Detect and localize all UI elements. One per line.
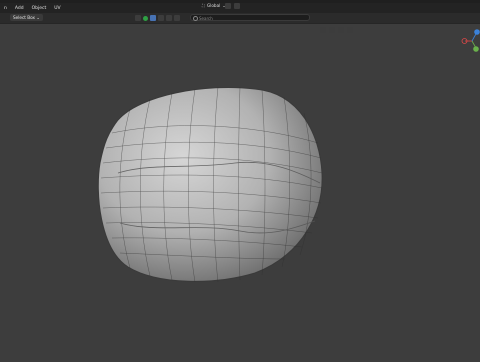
filter-icon[interactable]	[135, 15, 141, 21]
scale-icon[interactable]	[174, 15, 180, 21]
axis-z-icon	[474, 29, 480, 35]
search-placeholder: Search	[199, 16, 213, 21]
mesh-render	[97, 86, 323, 283]
search-input[interactable]: Search	[190, 14, 310, 21]
toolbar-icons	[135, 14, 180, 22]
select-icon[interactable]	[150, 15, 156, 21]
menu-object[interactable]: Object	[28, 6, 51, 11]
3d-viewport[interactable]	[0, 23, 480, 360]
transform-orientation[interactable]: ⛶ Global ⌄	[202, 3, 226, 8]
menu-add[interactable]: Add	[11, 6, 28, 11]
menu-uv[interactable]: UV	[50, 6, 64, 11]
axis-y-icon	[473, 46, 479, 52]
rotate-icon[interactable]	[166, 15, 172, 21]
navigation-gizmo[interactable]	[460, 24, 480, 56]
snapping-controls	[225, 3, 240, 9]
snap-icon[interactable]	[225, 3, 231, 9]
menu-view[interactable]: n	[0, 6, 11, 11]
proportional-edit-icon[interactable]	[234, 3, 240, 9]
select-mode-dropdown[interactable]: Select Box ⌄	[10, 14, 43, 21]
visibility-icon[interactable]	[143, 15, 148, 21]
search-icon	[193, 16, 198, 21]
menu-bar: n Add Object UV	[0, 3, 480, 13]
orientation-icon: ⛶	[202, 3, 205, 8]
orientation-label: Global	[206, 3, 221, 8]
move-icon[interactable]	[158, 15, 164, 21]
mesh-object	[97, 86, 323, 282]
